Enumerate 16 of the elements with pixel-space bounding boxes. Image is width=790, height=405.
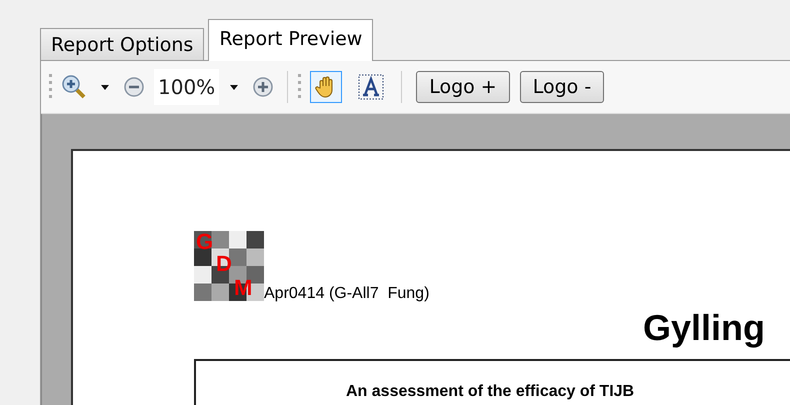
zoom-in-icon[interactable] bbox=[61, 74, 87, 100]
checkerboard-drawing bbox=[194, 231, 264, 301]
caret-icon[interactable] bbox=[230, 84, 238, 90]
hand-icon[interactable] bbox=[310, 71, 342, 103]
zoom-in-icon[interactable] bbox=[252, 76, 274, 98]
trial-id: Apr0414 (G-All7 Fung) bbox=[264, 285, 430, 303]
report-description: An assessment of the efficacy of TIJB bbox=[346, 383, 636, 401]
logo-button[interactable]: Logo + bbox=[416, 71, 510, 103]
zoom-field[interactable]: 100% bbox=[154, 69, 220, 105]
report-title: Gylling bbox=[643, 307, 766, 349]
logo-letter: G bbox=[196, 229, 214, 255]
zoom-out-icon[interactable] bbox=[123, 76, 145, 98]
tab[interactable]: Report Options bbox=[40, 28, 204, 60]
caret-icon[interactable] bbox=[101, 84, 109, 90]
tab[interactable]: Report Preview bbox=[208, 19, 374, 61]
logo-button[interactable]: Logo - bbox=[520, 71, 604, 103]
